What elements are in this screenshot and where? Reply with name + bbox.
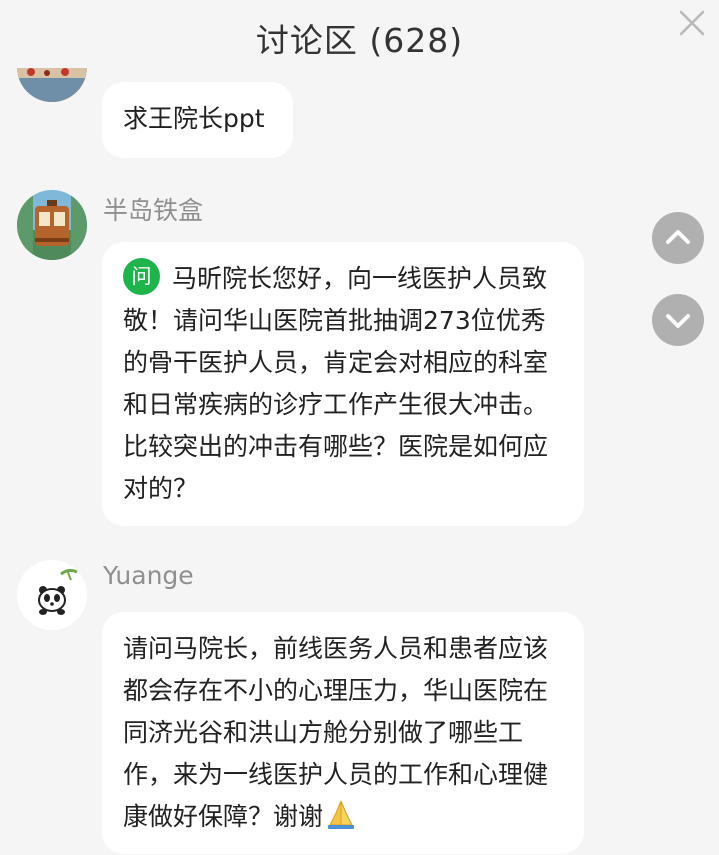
praying-hands-icon <box>328 800 355 829</box>
chevron-up-icon <box>666 230 690 244</box>
scroll-up-button[interactable] <box>652 212 704 264</box>
username[interactable]: Yuange <box>103 561 194 590</box>
comment-feed[interactable]: 求王院长ppt 半岛铁盒 问马昕院长您好，向一线医护人员致敬！请问华山医院首批抽… <box>0 0 719 855</box>
chevron-down-icon <box>666 314 690 328</box>
question-badge: 问 <box>123 258 160 295</box>
comment-text: 求王院长ppt <box>123 104 265 133</box>
comment-bubble[interactable]: 问马昕院长您好，向一线医护人员致敬！请问华山医院首批抽调273位优秀的骨干医护人… <box>102 242 584 526</box>
comment-bubble[interactable]: 求王院长ppt <box>102 82 293 158</box>
scroll-down-button[interactable] <box>652 294 704 346</box>
close-button[interactable] <box>675 6 709 40</box>
comment-text: 马昕院长您好，向一线医护人员致敬！请问华山医院首批抽调273位优秀的骨干医护人员… <box>123 264 549 503</box>
comment-bubble[interactable]: 请问马院长，前线医务人员和患者应该都会存在不小的心理压力，华山医院在同济光谷和洪… <box>102 612 584 854</box>
avatar[interactable] <box>17 190 87 260</box>
panda-icon <box>17 560 87 630</box>
tram-photo-icon <box>17 190 87 260</box>
username[interactable]: 半岛铁盒 <box>103 191 203 227</box>
close-icon <box>679 10 705 36</box>
header: 讨论区 (628) <box>0 0 719 68</box>
avatar[interactable] <box>17 560 87 630</box>
page-title: 讨论区 (628) <box>255 21 464 60</box>
